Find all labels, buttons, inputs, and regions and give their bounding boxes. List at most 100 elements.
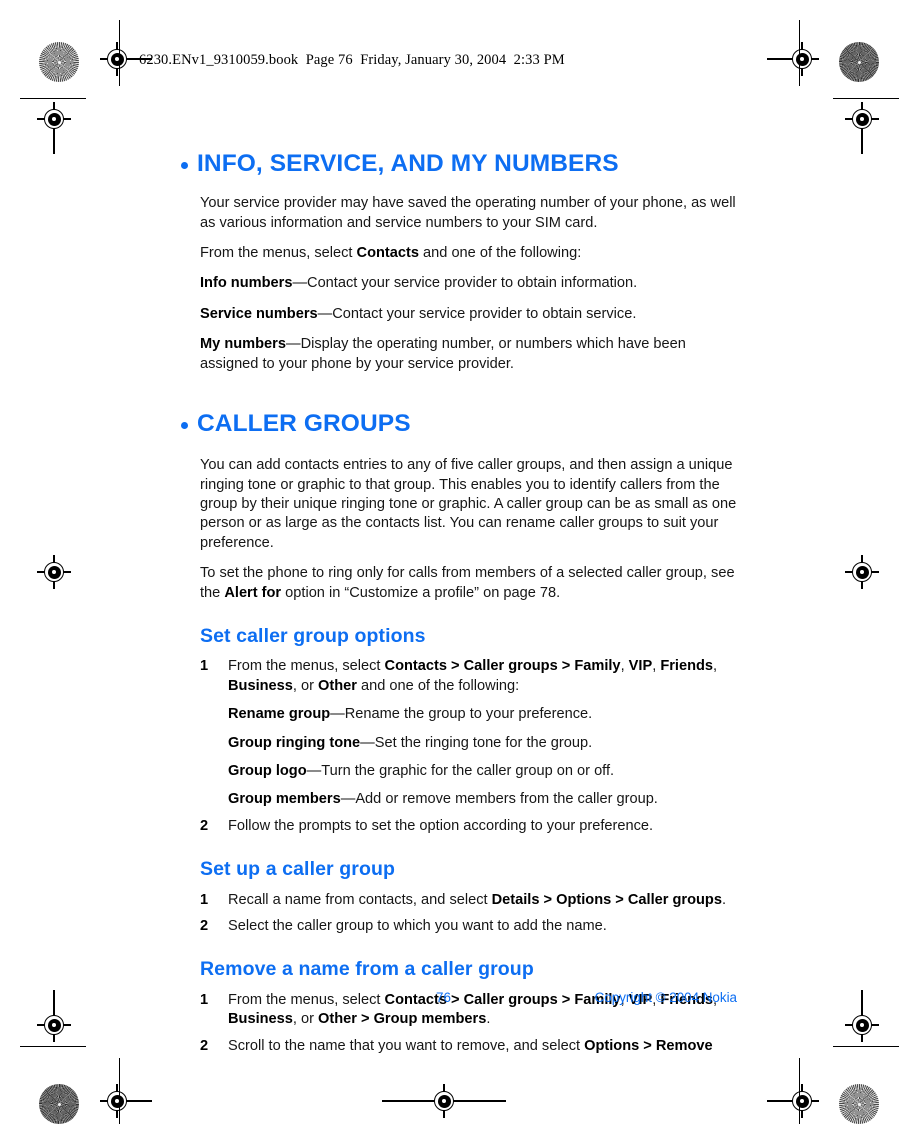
step-number: 1	[200, 658, 209, 675]
definition-item: Rename group—Rename the group to your pr…	[228, 705, 737, 724]
step-text: From the menus, select Contacts > Caller…	[228, 658, 717, 693]
definition-item: Info numbers—Contact your service provid…	[200, 274, 737, 293]
menu-path-bold: Details > Options > Caller groups	[491, 891, 722, 908]
step-text: Recall a name from contacts, and select …	[228, 892, 726, 908]
starburst-registration-mark-bottom-right	[839, 1084, 879, 1124]
cross-reference-paragraph: To set the phone to ring only for calls …	[200, 564, 737, 603]
menu-path-bold: Options > Remove	[584, 1037, 713, 1054]
definition-description: —Turn the graphic for the caller group o…	[306, 763, 615, 780]
bullet-icon	[181, 161, 188, 169]
step-item: 2 Follow the prompts to set the option a…	[181, 817, 737, 836]
definition-item: Service numbers—Contact your service pro…	[200, 305, 737, 324]
trim-line-bottom-right-horizontal	[833, 1046, 899, 1048]
definition-item: Group logo—Turn the graphic for the call…	[228, 762, 737, 781]
starburst-registration-mark-bottom-left	[39, 1084, 79, 1124]
definition-term: My numbers	[200, 336, 286, 353]
step-list-set-caller-group-options: 1 From the menus, select Contacts > Call…	[181, 657, 737, 836]
step-item: 2 Select the caller group to which you w…	[181, 917, 737, 936]
trim-line-bottom-left-vertical	[119, 1058, 121, 1124]
definition-item: My numbers—Display the operating number,…	[200, 335, 737, 374]
step-text-run: Recall a name from contacts, and select	[228, 891, 492, 908]
trim-line-top-right-horizontal	[833, 98, 899, 100]
crosshair-mark-lower-left-edge	[37, 990, 71, 1042]
crosshair-mark-bottom-center	[382, 1084, 506, 1118]
step-number: 2	[200, 918, 209, 935]
step-text-run: .	[721, 891, 727, 908]
bullet-icon	[181, 421, 188, 429]
subsection-heading-set-caller-group-options: Set caller group options	[200, 625, 426, 648]
step-text-run: .	[486, 1011, 491, 1028]
starburst-registration-mark-top-right	[839, 42, 879, 82]
step-text-run: ,	[713, 658, 718, 675]
menu-path-bold: Business	[228, 1011, 293, 1028]
menu-path-bold: Other > Group members	[318, 1011, 487, 1028]
lead-in-before: From the menus, select	[200, 244, 357, 261]
trim-line-top-right-vertical	[799, 20, 801, 86]
step-list-set-up-a-caller-group: 1 Recall a name from contacts, and selec…	[181, 891, 737, 937]
definition-description: —Add or remove members from the caller g…	[340, 791, 658, 808]
definition-item: Group members—Add or remove members from…	[228, 790, 737, 809]
menu-path-bold: VIP	[628, 658, 653, 675]
crosshair-mark-upper-left-edge	[37, 102, 71, 154]
step-item: 1 From the menus, select Contacts > Call…	[181, 657, 737, 809]
step-text-run: Scroll to the name that you want to remo…	[228, 1037, 585, 1054]
step-text-run: ,	[620, 658, 629, 675]
subsection-heading-set-up-a-caller-group: Set up a caller group	[200, 858, 395, 881]
step-text-run: , or	[292, 1011, 319, 1028]
definition-description: —Contact your service provider to obtain…	[292, 275, 638, 292]
starburst-registration-mark-top-left	[39, 42, 79, 82]
definition-term: Info numbers	[200, 275, 293, 292]
cross-reference-bold-term: Alert for	[224, 584, 282, 601]
footer-page-number: 76	[436, 990, 451, 1005]
menu-path-bold: Other	[318, 677, 357, 694]
lead-in-after: and one of the following:	[418, 244, 582, 261]
trim-line-bottom-left-horizontal	[20, 1046, 86, 1048]
step-text: Select the caller group to which you wan…	[228, 918, 607, 934]
step-text-run: Select the caller group to which you wan…	[228, 918, 607, 935]
definition-term: Group logo	[228, 763, 307, 780]
menu-path-bold: Business	[228, 677, 293, 694]
section-heading-info-service-my-numbers: INFO, SERVICE, AND MY NUMBERS	[181, 150, 737, 178]
step-item: 2 Scroll to the name that you want to re…	[181, 1037, 737, 1056]
page-footer: 76 Copyright © 2004 Nokia	[181, 990, 737, 1005]
crosshair-mark-bottom-left-inner	[100, 1084, 152, 1118]
definition-description: —Set the ringing tone for the group.	[360, 734, 593, 751]
definition-term: Group ringing tone	[228, 734, 361, 751]
menu-path-bold: Contacts > Caller groups > Family	[384, 658, 621, 675]
section-paragraph: Your service provider may have saved the…	[200, 195, 736, 231]
section-title-text: INFO, SERVICE, AND MY NUMBERS	[197, 150, 619, 177]
step-text-run: and one of the following:	[356, 677, 520, 694]
crosshair-mark-lower-right-edge	[845, 990, 879, 1042]
step-text-run: , or	[292, 677, 319, 694]
step-subdefinition-list: Rename group—Rename the group to your pr…	[228, 705, 737, 810]
trim-line-top-left-horizontal	[20, 98, 86, 100]
crosshair-mark-mid-right-edge	[845, 555, 879, 589]
crosshair-mark-top-left-inner	[100, 42, 152, 76]
definition-term: Group members	[228, 791, 341, 808]
step-text-run: From the menus, select	[228, 658, 385, 675]
section-title-text: CALLER GROUPS	[197, 410, 411, 438]
step-number: 2	[200, 817, 209, 834]
step-text: Follow the prompts to set the option acc…	[228, 818, 653, 834]
crosshair-mark-bottom-right-inner	[767, 1084, 819, 1118]
lead-in-line: From the menus, select Contacts and one …	[200, 244, 737, 263]
printed-page: 6230.ENv1_9310059.book Page 76 Friday, J…	[0, 0, 919, 1144]
definition-description: —Contact your service provider to obtain…	[317, 305, 637, 322]
cross-reference-after: option in “Customize a profile” on page …	[281, 584, 561, 601]
step-text-run: Follow the prompts to set the option acc…	[228, 817, 654, 834]
definition-term: Rename group	[228, 706, 331, 723]
definition-term: Service numbers	[200, 305, 318, 322]
crosshair-mark-upper-right-edge	[845, 102, 879, 154]
section-paragraph: You can add contacts entries to any of f…	[200, 457, 737, 551]
crosshair-mark-mid-left-edge	[37, 555, 71, 589]
book-file-header: 6230.ENv1_9310059.book Page 76 Friday, J…	[139, 52, 565, 68]
section-heading-caller-groups: CALLER GROUPS	[181, 410, 737, 438]
subsection-heading-remove-a-name-from-a-caller-group: Remove a name from a caller group	[200, 958, 534, 981]
trim-line-bottom-right-vertical	[799, 1058, 801, 1124]
definition-description: —Rename the group to your preference.	[330, 706, 593, 723]
definition-item: Group ringing tone—Set the ringing tone …	[228, 734, 737, 753]
step-text: Scroll to the name that you want to remo…	[228, 1038, 713, 1054]
page-content: INFO, SERVICE, AND MY NUMBERS Your servi…	[181, 150, 737, 1063]
crosshair-mark-top-right-inner	[767, 42, 819, 76]
step-number: 1	[200, 891, 209, 908]
